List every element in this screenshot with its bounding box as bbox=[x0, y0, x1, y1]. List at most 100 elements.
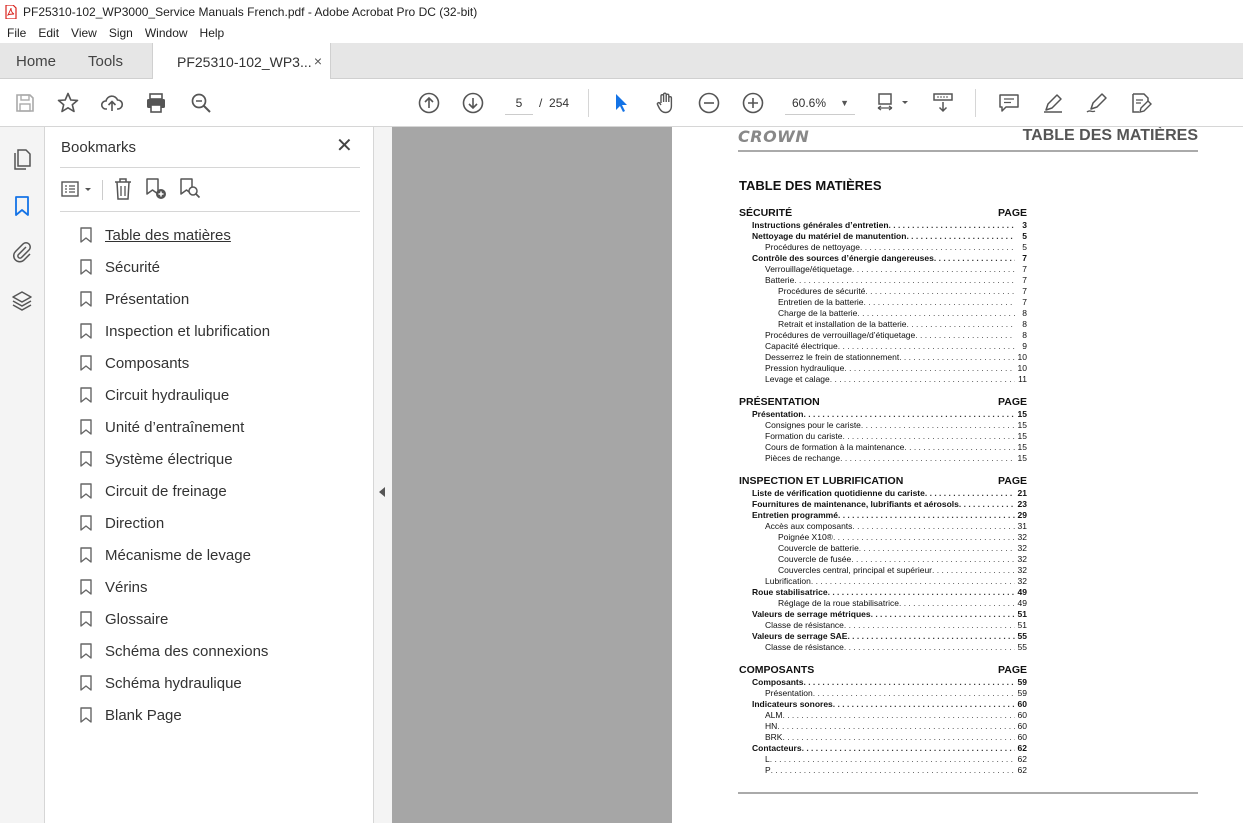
toc-entry[interactable]: Couvercle de fusée 32 bbox=[739, 554, 1027, 565]
new-bookmark-icon[interactable] bbox=[144, 177, 168, 201]
toc-entry[interactable]: Batterie 7 bbox=[739, 275, 1027, 286]
toc-entry[interactable]: Capacité électrique 9 bbox=[739, 341, 1027, 352]
bookmark-item[interactable]: Circuit de freinage bbox=[76, 475, 356, 507]
select-cursor-icon[interactable] bbox=[609, 91, 633, 115]
toc-entry[interactable]: Roue stabilisatrice 49 bbox=[739, 587, 1027, 598]
toc-entry[interactable]: Valeurs de serrage métriques 51 bbox=[739, 609, 1027, 620]
cloud-upload-icon[interactable] bbox=[100, 91, 124, 115]
bookmark-item[interactable]: Unité d’entraînement bbox=[76, 411, 356, 443]
toc-entry[interactable]: Cours de formation à la maintenance 15 bbox=[739, 442, 1027, 453]
tab-home[interactable]: Home bbox=[16, 43, 56, 79]
tab-tools[interactable]: Tools bbox=[88, 43, 123, 79]
page-thumbnails-icon[interactable] bbox=[10, 147, 34, 171]
bookmarks-icon[interactable] bbox=[10, 194, 34, 218]
panel-collapse-handle[interactable] bbox=[374, 127, 392, 823]
toc-entry[interactable]: Charge de la batterie 8 bbox=[739, 308, 1027, 319]
toc-entry[interactable]: HN 60 bbox=[739, 721, 1027, 732]
zoom-out-icon[interactable] bbox=[697, 91, 721, 115]
fit-page-icon[interactable] bbox=[875, 91, 911, 115]
bookmark-item[interactable]: Sécurité bbox=[76, 251, 356, 283]
toc-entry[interactable]: Procédures de verrouillage/d’étiquetage 8 bbox=[739, 330, 1027, 341]
bookmark-item[interactable]: Circuit hydraulique bbox=[76, 379, 356, 411]
menu-file[interactable]: File bbox=[7, 26, 26, 40]
highlight-pen-icon[interactable] bbox=[1041, 91, 1065, 115]
toc-entry[interactable]: Desserrez le frein de stationnement 10 bbox=[739, 352, 1027, 363]
toc-entry[interactable]: Consignes pour le cariste 15 bbox=[739, 420, 1027, 431]
zoom-in-icon[interactable] bbox=[741, 91, 765, 115]
comment-icon[interactable] bbox=[997, 91, 1021, 115]
zoom-level-dropdown[interactable]: 60.6% ▼ bbox=[785, 91, 855, 115]
toc-entry[interactable]: Procédures de nettoyage 5 bbox=[739, 242, 1027, 253]
next-page-icon[interactable] bbox=[461, 91, 485, 115]
close-panel-icon[interactable]: ✕ bbox=[336, 136, 353, 156]
toc-entry[interactable]: Composants 59 bbox=[739, 677, 1027, 688]
toc-entry[interactable]: Pression hydraulique 10 bbox=[739, 363, 1027, 374]
tab-document[interactable]: PF25310-102_WP3... × bbox=[152, 43, 331, 80]
toc-entry[interactable]: Retrait et installation de la batterie 8 bbox=[739, 319, 1027, 330]
toc-entry[interactable]: Levage et calage 11 bbox=[739, 374, 1027, 385]
toc-entry[interactable]: Instructions générales d’entretien 3 bbox=[739, 220, 1027, 231]
toc-entry[interactable]: Indicateurs sonores 60 bbox=[739, 699, 1027, 710]
bookmark-item[interactable]: Blank Page bbox=[76, 699, 356, 731]
toc-entry[interactable]: Contacteurs 62 bbox=[739, 743, 1027, 754]
toc-entry[interactable]: Entretien de la batterie 7 bbox=[739, 297, 1027, 308]
toc-entry[interactable]: Réglage de la roue stabilisatrice 49 bbox=[739, 598, 1027, 609]
toc-entry[interactable]: Nettoyage du matériel de manutention 5 bbox=[739, 231, 1027, 242]
sign-icon[interactable] bbox=[1085, 91, 1109, 115]
page-number-input[interactable]: 5 bbox=[505, 91, 533, 115]
find-bookmark-icon[interactable] bbox=[178, 177, 202, 201]
bookmark-item[interactable]: Schéma hydraulique bbox=[76, 667, 356, 699]
toc-entry[interactable]: Fournitures de maintenance, lubrifiants … bbox=[739, 499, 1027, 510]
toc-entry[interactable]: Classe de résistance 55 bbox=[739, 642, 1027, 653]
toc-entry[interactable]: Liste de vérification quotidienne du car… bbox=[739, 488, 1027, 499]
search-zoom-icon[interactable] bbox=[189, 91, 213, 115]
toc-entry[interactable]: Lubrification 32 bbox=[739, 576, 1027, 587]
scroll-mode-icon[interactable] bbox=[931, 91, 955, 115]
bookmark-item[interactable]: Présentation bbox=[76, 283, 356, 315]
delete-bookmark-icon[interactable] bbox=[112, 177, 134, 201]
document-view[interactable]: CROWN TABLE DES MATIÈRES TABLE DES MATIÈ… bbox=[392, 127, 1243, 823]
toc-entry[interactable]: Présentation 59 bbox=[739, 688, 1027, 699]
hand-tool-icon[interactable] bbox=[653, 91, 677, 115]
bookmark-item[interactable]: Inspection et lubrification bbox=[76, 315, 356, 347]
menu-edit[interactable]: Edit bbox=[38, 26, 59, 40]
bookmark-item[interactable]: Vérins bbox=[76, 571, 356, 603]
star-icon[interactable] bbox=[56, 91, 80, 115]
toc-entry[interactable]: Accès aux composants 31 bbox=[739, 521, 1027, 532]
toc-entry[interactable]: Présentation 15 bbox=[739, 409, 1027, 420]
attachments-paperclip-icon[interactable] bbox=[10, 240, 34, 264]
bookmark-item[interactable]: Mécanisme de levage bbox=[76, 539, 356, 571]
toc-entry[interactable]: Couvercle de batterie 32 bbox=[739, 543, 1027, 554]
menu-help[interactable]: Help bbox=[200, 26, 225, 40]
previous-page-icon[interactable] bbox=[417, 91, 441, 115]
print-icon[interactable] bbox=[144, 91, 168, 115]
toc-entry[interactable]: Poignée X10® 32 bbox=[739, 532, 1027, 543]
tab-close-icon[interactable]: × bbox=[314, 53, 322, 69]
toc-entry[interactable]: ALM 60 bbox=[739, 710, 1027, 721]
bookmark-item[interactable]: Système électrique bbox=[76, 443, 356, 475]
bookmark-item[interactable]: Table des matières bbox=[76, 219, 356, 251]
toc-entry[interactable]: P62 bbox=[739, 765, 1027, 776]
edit-pdf-icon[interactable] bbox=[1129, 91, 1153, 115]
toc-entry[interactable]: Valeurs de serrage SAE 55 bbox=[739, 631, 1027, 642]
save-icon[interactable] bbox=[13, 91, 37, 115]
toc-entry[interactable]: Verrouillage/étiquetage 7 bbox=[739, 264, 1027, 275]
toc-entry[interactable]: Couvercles central, principal et supérie… bbox=[739, 565, 1027, 576]
bookmark-options-icon[interactable] bbox=[60, 179, 96, 201]
bookmark-item[interactable]: Composants bbox=[76, 347, 356, 379]
toc-entry[interactable]: BRK 60 bbox=[739, 732, 1027, 743]
toc-entry[interactable]: Formation du cariste 15 bbox=[739, 431, 1027, 442]
menu-window[interactable]: Window bbox=[145, 26, 188, 40]
layers-icon[interactable] bbox=[10, 289, 34, 313]
menu-sign[interactable]: Sign bbox=[109, 26, 133, 40]
bookmark-item[interactable]: Direction bbox=[76, 507, 356, 539]
menu-view[interactable]: View bbox=[71, 26, 97, 40]
bookmark-item[interactable]: Glossaire bbox=[76, 603, 356, 635]
toc-entry[interactable]: Entretien programmé 29 bbox=[739, 510, 1027, 521]
toc-entry[interactable]: L62 bbox=[739, 754, 1027, 765]
toc-entry[interactable]: Pièces de rechange 15 bbox=[739, 453, 1027, 464]
toc-entry[interactable]: Classe de résistance 51 bbox=[739, 620, 1027, 631]
toc-entry[interactable]: Procédures de sécurité 7 bbox=[739, 286, 1027, 297]
bookmark-item[interactable]: Schéma des connexions bbox=[76, 635, 356, 667]
toc-entry[interactable]: Contrôle des sources d’énergie dangereus… bbox=[739, 253, 1027, 264]
